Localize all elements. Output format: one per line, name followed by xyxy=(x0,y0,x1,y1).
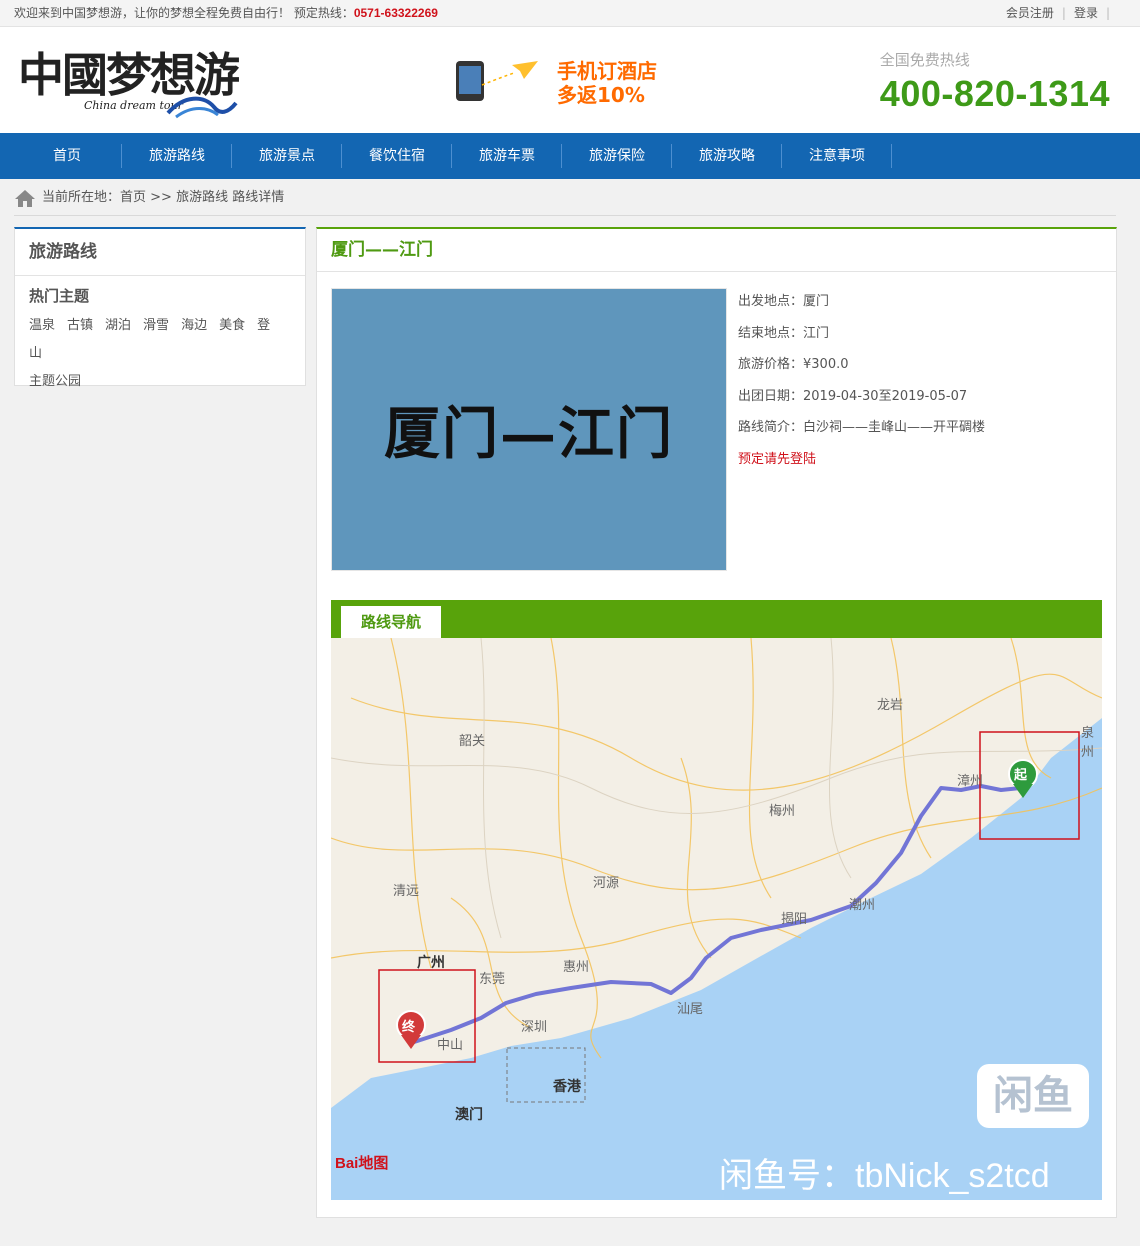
nav-divider xyxy=(891,144,892,168)
info-label: 路线简介： xyxy=(738,420,804,435)
welcome-text: 欢迎来到中国梦想游，让你的梦想全程免费自由行！ 预定热线：0571-633222… xyxy=(14,0,438,26)
map-city: 中山 xyxy=(437,1038,464,1053)
nav-guides[interactable]: 旅游攻略 xyxy=(672,133,782,179)
map-city: 深圳 xyxy=(521,1020,548,1035)
hotline-label: 全国免费热线 xyxy=(879,51,970,69)
breadcrumb-path[interactable]: 首页 >> 旅游路线 路线详情 xyxy=(120,190,284,205)
info-departure: 出发地点：厦门 xyxy=(738,291,985,323)
cover-text: 厦门—江门 xyxy=(384,401,674,467)
site-logo[interactable]: 中國梦想游 China dream tour xyxy=(18,45,240,119)
tab-route-navigation[interactable]: 路线导航 xyxy=(341,606,441,638)
theme-tags: 温泉 古镇 湖泊 滑雪 海边 美食 登山 主题公园 xyxy=(15,308,305,396)
main-nav: 首页 旅游路线 旅游景点 餐饮住宿 旅游车票 旅游保险 旅游攻略 注意事项 xyxy=(0,133,1140,179)
map-city: 梅州 xyxy=(769,804,796,819)
route-nav-header: 路线导航 xyxy=(331,600,1102,638)
hotline-number: 400-820-1314 xyxy=(879,73,1110,114)
route-map[interactable]: 起 终 龙岩 泉州 韶关 漳州 梅州 河源 清远 潮州 揭阳 广州 东莞 惠州 … xyxy=(331,638,1102,1200)
info-destination: 结束地点：江门 xyxy=(738,323,985,355)
welcome-message: 欢迎来到中国梦想游，让你的梦想全程免费自由行！ 预定热线： xyxy=(14,6,354,20)
map-city: 香港 xyxy=(553,1079,581,1095)
map-city: 龙岩 xyxy=(877,698,904,713)
booking-hotline: 0571-63322269 xyxy=(353,6,438,20)
tag-skiing[interactable]: 滑雪 xyxy=(143,318,169,333)
info-label: 出发地点： xyxy=(738,294,804,309)
start-marker-label: 起 xyxy=(1014,768,1028,783)
site-header: 中國梦想游 China dream tour 手机订酒店 多返10% 全国免费热… xyxy=(0,27,1140,133)
promo-line-2: 多返10% xyxy=(557,83,645,107)
hotel-promo-banner[interactable]: 手机订酒店 多返10% xyxy=(452,55,672,111)
end-marker-label: 终 xyxy=(402,1020,416,1035)
account-links: 会员注册 | 登录 | xyxy=(1006,0,1118,26)
map-city: 清远 xyxy=(393,884,420,899)
info-value: 2019-04-30至2019-05-07 xyxy=(803,388,968,404)
home-icon xyxy=(15,189,35,207)
map-city: 澳门 xyxy=(455,1107,483,1123)
breadcrumb-prefix: 当前所在地： xyxy=(42,190,121,205)
map-city: 韶关 xyxy=(459,734,486,749)
nav-scenic-spots[interactable]: 旅游景点 xyxy=(232,133,342,179)
map-city: 东莞 xyxy=(479,972,506,987)
map-city: 潮州 xyxy=(849,898,876,913)
info-label: 旅游价格： xyxy=(738,357,804,372)
info-value: 江门 xyxy=(803,325,830,341)
info-label: 结束地点： xyxy=(738,325,804,341)
info-dates: 出团日期：2019-04-30至2019-05-07 xyxy=(738,386,985,418)
nav-notes[interactable]: 注意事项 xyxy=(782,133,892,179)
promo-line-1: 手机订酒店 xyxy=(557,59,657,83)
nav-home[interactable]: 首页 xyxy=(12,133,122,179)
tag-lake[interactable]: 湖泊 xyxy=(105,318,131,333)
free-hotline: 全国免费热线 400-820-1314 xyxy=(880,49,1110,114)
sidebar: 旅游路线 热门主题 温泉 古镇 湖泊 滑雪 海边 美食 登山 主题公园 xyxy=(14,227,306,389)
breadcrumb: 当前所在地：首页 >> 旅游路线 路线详情 xyxy=(14,184,1116,216)
promo-text: 手机订酒店 多返10% xyxy=(557,59,657,107)
separator: | xyxy=(1061,6,1066,20)
tag-ancient-town[interactable]: 古镇 xyxy=(67,318,93,333)
route-title: 厦门——江门 xyxy=(317,229,1116,272)
phone-plane-icon xyxy=(456,61,538,101)
nav-routes[interactable]: 旅游路线 xyxy=(122,133,232,179)
map-city: 惠州 xyxy=(563,960,590,975)
info-value: ¥300.0 xyxy=(803,357,849,372)
nav-tickets[interactable]: 旅游车票 xyxy=(452,133,562,179)
map-city: 汕尾 xyxy=(677,1002,704,1017)
register-link[interactable]: 会员注册 xyxy=(1006,6,1054,20)
route-info: 出发地点：厦门 结束地点：江门 旅游价格：¥300.0 出团日期：2019-04… xyxy=(738,291,985,480)
nav-dining-lodging[interactable]: 餐饮住宿 xyxy=(342,133,452,179)
info-summary: 路线简介：白沙祠——圭峰山——开平碉楼 xyxy=(738,417,985,449)
info-price: 旅游价格：¥300.0 xyxy=(738,354,985,386)
wave-icon xyxy=(166,96,238,119)
map-city: 广州 xyxy=(417,955,445,971)
route-navigation: 路线导航 起 终 龙岩 泉州 韶关 漳州 梅州 河源 清远 潮州 揭阳 广州 东… xyxy=(331,600,1102,1202)
login-to-book-link[interactable]: 预定请先登陆 xyxy=(738,449,985,481)
xianyu-badge: 闲鱼 xyxy=(977,1064,1089,1128)
info-value: 厦门 xyxy=(803,294,830,309)
info-label: 出团日期： xyxy=(738,388,804,404)
watermark-text: 闲鱼号：tbNick_s2tcd xyxy=(719,1157,1050,1195)
map-city: 揭阳 xyxy=(781,912,808,927)
sidebar-title: 旅游路线 xyxy=(15,229,305,276)
tag-food[interactable]: 美食 xyxy=(219,318,245,333)
nav-insurance[interactable]: 旅游保险 xyxy=(562,133,672,179)
route-detail: 厦门——江门 厦门—江门 出发地点：厦门 结束地点：江门 旅游价格：¥300.0… xyxy=(316,227,1117,1218)
login-link[interactable]: 登录 xyxy=(1074,6,1098,20)
map-city: 河源 xyxy=(593,876,620,891)
map-city: 泉州 xyxy=(1081,726,1095,760)
route-cover-image: 厦门—江门 xyxy=(331,288,727,571)
separator: | xyxy=(1105,6,1110,20)
tag-theme-park[interactable]: 主题公园 xyxy=(29,374,81,389)
top-bar: 欢迎来到中国梦想游，让你的梦想全程免费自由行！ 预定热线：0571-633222… xyxy=(0,0,1140,27)
baidu-map-logo[interactable]: Bai地图 xyxy=(335,1152,388,1173)
tag-hot-spring[interactable]: 温泉 xyxy=(29,318,55,333)
map-city: 漳州 xyxy=(957,774,984,789)
tag-seaside[interactable]: 海边 xyxy=(181,318,207,333)
sidebar-subtitle: 热门主题 xyxy=(29,287,90,305)
info-value: 白沙祠——圭峰山——开平碉楼 xyxy=(803,420,986,435)
